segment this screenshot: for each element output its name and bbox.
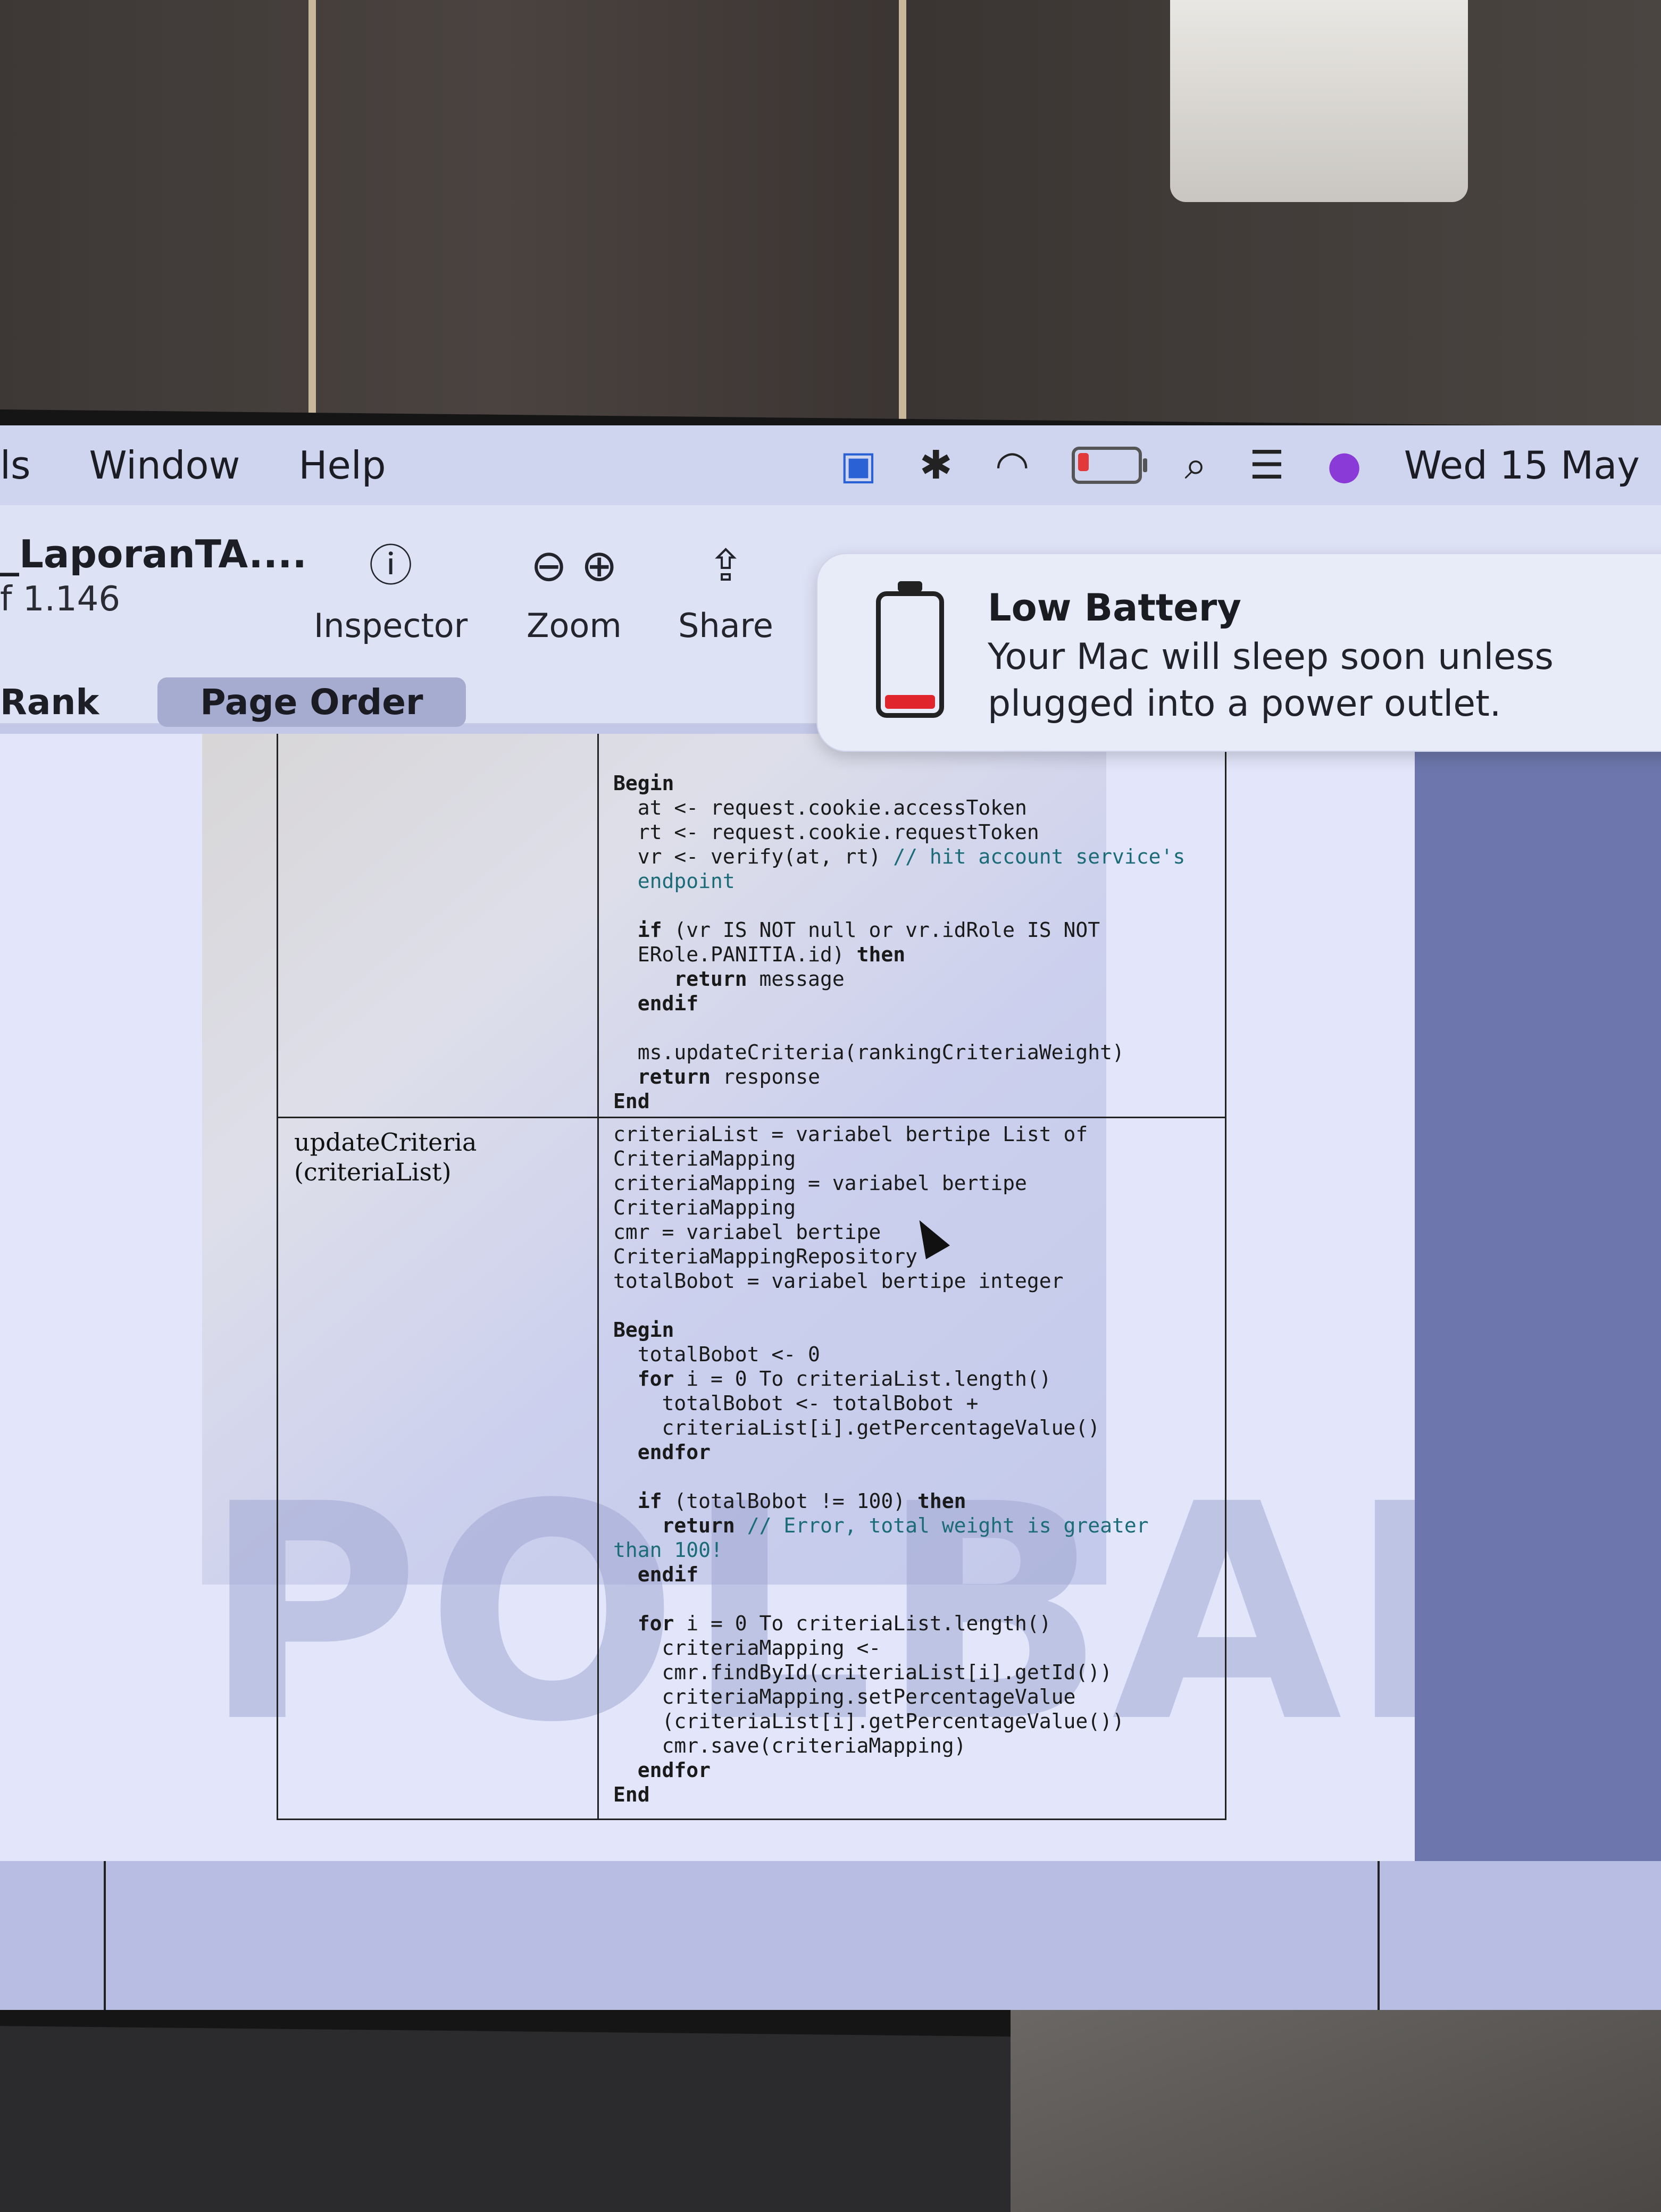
- zoom-out-icon[interactable]: ⊖: [531, 541, 567, 591]
- code-line: rt <- request.cookie.requestToken: [613, 820, 1039, 844]
- sidebar-sort-control: Rank Page Order: [0, 675, 466, 728]
- notification-body: Your Mac will sleep soon unless plugged …: [988, 636, 1554, 725]
- menu-help[interactable]: Help: [298, 443, 386, 488]
- function-name-line: updateCriteria: [294, 1128, 477, 1157]
- function-name-cell: updateCriteria (criteriaList): [294, 1127, 477, 1187]
- screen: ls Window Help ▣ ✱ ◠ ⌕ ☰ ● Wed 15 May _L…: [0, 425, 1661, 2010]
- page-border: [1378, 1861, 1380, 2010]
- code-line: vr <- verify(at, rt) // hit account serv…: [613, 845, 1186, 868]
- code-line: for i = 0 To criteriaList.length(): [637, 1367, 1051, 1390]
- sort-rank[interactable]: Rank: [0, 682, 99, 723]
- curtain-rod: [308, 0, 316, 420]
- function-name-line: (criteriaList): [294, 1158, 452, 1186]
- code-line: criteriaMapping = variabel bertipe: [613, 1171, 1027, 1195]
- zoom-label: Zoom: [527, 606, 622, 645]
- code-line: criteriaList = variabel bertipe List of: [613, 1122, 1088, 1146]
- code-line: End: [613, 1783, 650, 1806]
- document-title: _LaporanTA....: [0, 532, 307, 576]
- siri-icon[interactable]: ●: [1327, 442, 1362, 488]
- zoom-icons: ⊖ ⊕: [527, 537, 622, 596]
- code-block-bottom: criteriaList = variabel bertipe List of C…: [613, 1122, 1149, 1807]
- code-block-top: Begin at <- request.cookie.accessToken r…: [613, 771, 1185, 1113]
- code-line: totalBobot <- totalBobot +: [613, 1392, 979, 1415]
- code-line: cmr.save(criteriaMapping): [613, 1734, 966, 1757]
- code-line: CriteriaMappingRepository: [613, 1245, 917, 1268]
- sort-page-order[interactable]: Page Order: [157, 677, 466, 727]
- share-button[interactable]: ⇪ Share: [678, 537, 773, 645]
- menu-window[interactable]: Window: [89, 443, 240, 488]
- code-line: return response: [637, 1065, 820, 1088]
- window-background-right: [1415, 734, 1661, 1861]
- code-line: endpoint: [613, 869, 735, 893]
- code-line: return // Error, total weight is greater: [662, 1514, 1149, 1537]
- code-line: at <- request.cookie.accessToken: [613, 796, 1027, 819]
- air-conditioner: [1170, 0, 1468, 202]
- document-page: POLBAN updateCriteria (criteriaList) Begi…: [0, 734, 1597, 1861]
- code-table: updateCriteria (criteriaList) Begin at <-…: [277, 734, 1226, 1820]
- page-border: [104, 1861, 106, 2010]
- code-line: endfor: [637, 1440, 711, 1464]
- battery-level: [1078, 453, 1089, 471]
- code-line: ERole.PANITIA.id) then: [613, 943, 906, 966]
- code-line: criteriaMapping.setPercentageValue: [613, 1685, 1076, 1708]
- clock[interactable]: Wed 15 May: [1404, 443, 1640, 488]
- wifi-icon[interactable]: ◠: [995, 442, 1030, 488]
- status-area: ▣ ✱ ◠ ⌕ ☰ ● Wed 15 May: [840, 425, 1640, 505]
- bluetooth-icon[interactable]: ✱: [920, 442, 953, 488]
- curtain-rod: [899, 0, 906, 420]
- code-line: ms.updateCriteria(rankingCriteriaWeight): [613, 1041, 1124, 1064]
- menubar: ls Window Help ▣ ✱ ◠ ⌕ ☰ ● Wed 15 May: [0, 425, 1661, 507]
- battery-empty-level: [885, 695, 935, 709]
- zoom-button[interactable]: ⊖ ⊕ Zoom: [527, 537, 622, 645]
- stage-manager-icon[interactable]: ▣: [840, 442, 877, 488]
- code-line: endif: [637, 992, 699, 1015]
- battery-empty-icon: [876, 581, 944, 718]
- zoom-in-icon[interactable]: ⊕: [581, 541, 617, 591]
- share-icon: ⇪: [707, 541, 744, 591]
- code-line: Begin: [613, 772, 674, 795]
- table-row-divider: [278, 1117, 1225, 1118]
- search-icon[interactable]: ⌕: [1184, 442, 1206, 489]
- menu-tools[interactable]: ls: [0, 443, 31, 488]
- code-line: CriteriaMapping: [613, 1196, 796, 1219]
- code-line: criteriaMapping <-: [613, 1636, 881, 1660]
- document-subtitle: f 1.146: [0, 580, 121, 619]
- code-line: than 100!: [613, 1538, 723, 1562]
- code-line: if (totalBobot != 100) then: [637, 1489, 966, 1513]
- code-line: cmr.findById(criteriaList[i].getId()): [613, 1661, 1113, 1684]
- code-line: Begin: [613, 1318, 674, 1342]
- notification-title: Low Battery: [988, 586, 1241, 630]
- code-line: totalBobot = variabel bertipe integer: [613, 1269, 1064, 1293]
- low-battery-notification[interactable]: Low Battery Your Mac will sleep soon unl…: [816, 553, 1661, 752]
- code-line: End: [613, 1090, 650, 1113]
- code-line: endif: [637, 1563, 699, 1586]
- code-line: (criteriaList[i].getPercentageValue()): [613, 1710, 1124, 1733]
- code-line: totalBobot <- 0: [613, 1343, 820, 1366]
- lower-page-strip: [0, 1861, 1661, 2010]
- battery-icon[interactable]: [1072, 447, 1148, 484]
- share-label: Share: [678, 606, 773, 645]
- code-line: if (vr IS NOT null or vr.idRole IS NOT: [637, 918, 1100, 942]
- inspector-button[interactable]: ⓘ Inspector: [314, 537, 468, 645]
- code-line: cmr = variabel bertipe: [613, 1220, 881, 1244]
- control-center-icon[interactable]: ☰: [1249, 442, 1284, 488]
- inspector-label: Inspector: [314, 606, 468, 645]
- code-line: for i = 0 To criteriaList.length(): [637, 1612, 1051, 1635]
- menu-left: ls Window Help: [0, 443, 445, 488]
- table-column-divider: [597, 734, 599, 1819]
- code-line: endfor: [637, 1758, 711, 1782]
- info-icon: ⓘ: [369, 541, 413, 591]
- code-line: CriteriaMapping: [613, 1147, 796, 1170]
- code-line: criteriaList[i].getPercentageValue(): [613, 1416, 1100, 1439]
- code-line: return message: [674, 967, 845, 991]
